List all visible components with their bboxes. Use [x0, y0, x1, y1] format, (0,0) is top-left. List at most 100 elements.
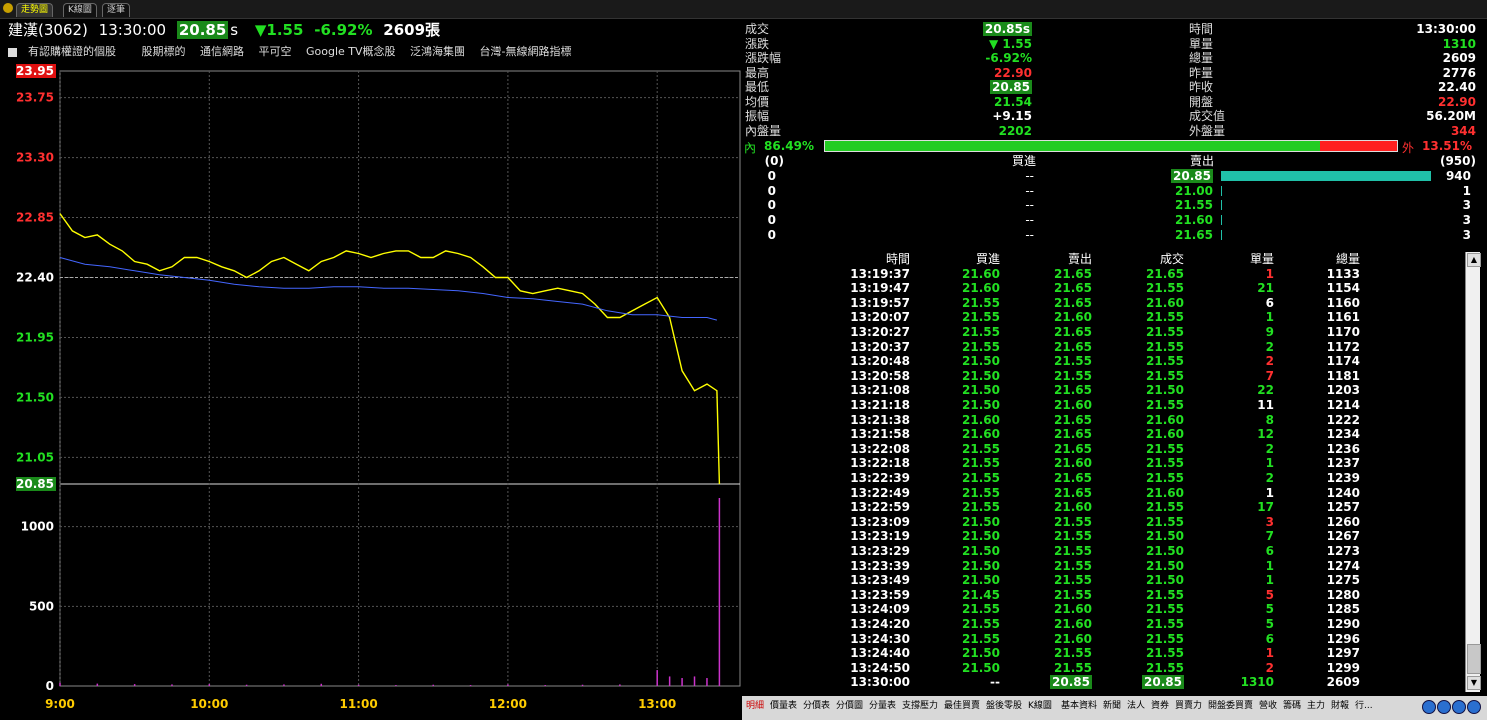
bottom-tab[interactable]: 明細 [746, 699, 764, 713]
tick-row: 13:20:58 21.50 21.55 21.55 7 1181 [742, 369, 1464, 384]
concept-tag[interactable]: 通信網路 [200, 45, 244, 58]
quote-label: 昨收 [1189, 80, 1214, 94]
tick-cell: 1310 [1240, 675, 1274, 690]
bottom-tab[interactable]: 基本資料 [1061, 699, 1097, 713]
bid-volume: 0 [767, 198, 776, 213]
bottom-tab[interactable]: 營收 [1259, 699, 1277, 713]
tick-cell: 21.55 [1054, 368, 1092, 383]
concept-tag[interactable]: 台灣-無線網路指標 [480, 45, 572, 58]
tick-cell: 21.50 [962, 354, 1000, 369]
bottom-tab[interactable]: 分價圖 [836, 699, 863, 713]
bottom-tab[interactable]: 價量表 [770, 699, 797, 713]
bottom-tab[interactable]: 買賣力 [1175, 699, 1202, 713]
concept-tag[interactable]: 平可空 [259, 45, 292, 58]
tick-row: 13:23:59 21.45 21.55 21.55 5 1280 [742, 588, 1464, 603]
concept-tag[interactable]: Google TV概念股 [306, 45, 396, 58]
tick-cell: 21.55 [962, 617, 1000, 631]
nav-prev-icon[interactable] [1422, 700, 1436, 714]
bottom-tab[interactable]: 盤後零股 [986, 699, 1022, 713]
concept-tag[interactable]: 有認購權證的個股 [8, 45, 127, 58]
tick-cell: 21.55 [1146, 471, 1184, 485]
scroll-down-icon[interactable]: ▼ [1467, 676, 1481, 690]
tick-table-scrollbar[interactable]: ▲ ▼ [1465, 252, 1481, 692]
bottom-tab[interactable]: 分量表 [869, 699, 896, 713]
window-menu-icon[interactable] [3, 3, 13, 13]
price-tick-label: 22.40 [16, 271, 54, 285]
tick-cell: 2 [1265, 660, 1274, 675]
bottom-tab[interactable]: 資券 [1151, 699, 1169, 713]
bottom-tab[interactable]: 新聞 [1103, 699, 1121, 713]
tick-cell: 21.55 [962, 456, 1000, 471]
tab-trend-chart[interactable]: 走勢圖 [16, 3, 54, 17]
bottom-tab[interactable]: 法人 [1127, 699, 1145, 713]
bottom-tab[interactable]: 行... [1355, 699, 1373, 713]
tick-cell: 1 [1265, 266, 1274, 281]
time-tick-label: 10:00 [190, 697, 228, 711]
intraday-chart[interactable]: 23.95 23.75 23.30 22.85 22.40 21.95 21.50 21.05… [0, 62, 742, 720]
tick-cell: 1239 [1326, 471, 1360, 485]
last-price-suffix: s [230, 21, 239, 39]
tick-cell: 21.60 [962, 266, 1000, 281]
nav-next-icon[interactable] [1437, 700, 1451, 714]
bottom-tab[interactable]: 財報 [1331, 699, 1349, 713]
tick-cell: 21.60 [1054, 398, 1092, 412]
bottom-tab[interactable]: 最佳買賣 [944, 699, 980, 713]
price-tick-label: 23.75 [16, 91, 54, 105]
last-price: 20.85 s [176, 21, 244, 39]
bottom-tab[interactable]: 開盤委買賣 [1208, 699, 1253, 713]
quote-label: 昨量 [1189, 65, 1214, 80]
ask-volume: 3 [1462, 198, 1471, 213]
tick-cell: 21.60 [1054, 456, 1092, 471]
bid-price: -- [1025, 198, 1034, 213]
quote-value-text: 2202 [998, 123, 1032, 138]
ask-price: 21.00 [1170, 184, 1213, 198]
tick-cell: 21.55 [1146, 602, 1184, 617]
quote-value-text: 20.85 [990, 80, 1032, 94]
quote-value: 56.20M [1342, 109, 1476, 123]
tick-row: 13:19:37 21.60 21.65 21.65 1 1133 [742, 267, 1464, 282]
bid-volume: 0 [767, 183, 776, 198]
bottom-tab[interactable]: 主力 [1307, 699, 1325, 713]
concept-tag[interactable]: 股期標的 [142, 45, 186, 58]
tick-cell: 6 [1265, 295, 1274, 310]
quote-label: 外盤量 [1189, 123, 1226, 138]
tab-tick-detail[interactable]: 逐筆 [102, 3, 131, 17]
scrollbar-thumb[interactable] [1467, 644, 1481, 674]
quote-value: 22.90 [922, 66, 1032, 80]
price-tick-label: 23.95 [16, 64, 54, 78]
quote-value: 22.90 [1342, 95, 1476, 109]
tick-cell: 21.55 [1146, 310, 1184, 325]
tick-cell: 13:20:37 [850, 339, 910, 354]
tick-cell: 21.50 [962, 398, 1000, 412]
inner-outer-ratio: 內 86.49% 外 13.51% [742, 139, 1482, 155]
plot-area [59, 70, 741, 687]
bottom-tab[interactable]: K線圖 [1028, 699, 1052, 713]
tick-cell: 21.65 [1054, 412, 1092, 427]
concept-tag[interactable]: 泛鴻海集團 [410, 45, 465, 58]
quote-value-text: 1310 [1442, 36, 1476, 51]
tick-cell: 1297 [1326, 646, 1360, 661]
scroll-up-icon[interactable]: ▲ [1467, 253, 1481, 267]
tick-cell: 11 [1257, 398, 1274, 412]
ask-volume-bar [1221, 215, 1222, 226]
nav-first-icon[interactable] [1452, 700, 1466, 714]
bottom-tab[interactable]: 支撐壓力 [902, 699, 938, 713]
tick-cell: 21.55 [1146, 398, 1184, 412]
tick-cell: 13:21:58 [850, 427, 910, 442]
tick-row: 13:21:38 21.60 21.65 21.60 8 1222 [742, 413, 1464, 428]
tick-cell: 13:22:49 [850, 485, 910, 500]
bottom-tab[interactable]: 分價表 [803, 699, 830, 713]
top-tab-strip: 走勢圖 K線圖 逐筆 [0, 0, 1487, 19]
tick-cell: 2 [1265, 441, 1274, 456]
bottom-tab[interactable]: 籌碼 [1283, 699, 1301, 713]
nav-last-icon[interactable] [1467, 700, 1481, 714]
volume-tick-label: 0 [46, 679, 54, 693]
tick-cell: 13:24:20 [850, 617, 910, 631]
tab-k-chart[interactable]: K線圖 [63, 3, 97, 17]
tick-cell: 21.60 [1146, 412, 1184, 427]
tick-cell: 21.55 [962, 485, 1000, 500]
tick-cell: 21.65 [1054, 339, 1092, 354]
tick-cell: 1170 [1326, 325, 1360, 339]
tick-cell: 1222 [1326, 412, 1360, 427]
time-tick-label: 13:00 [638, 697, 676, 711]
